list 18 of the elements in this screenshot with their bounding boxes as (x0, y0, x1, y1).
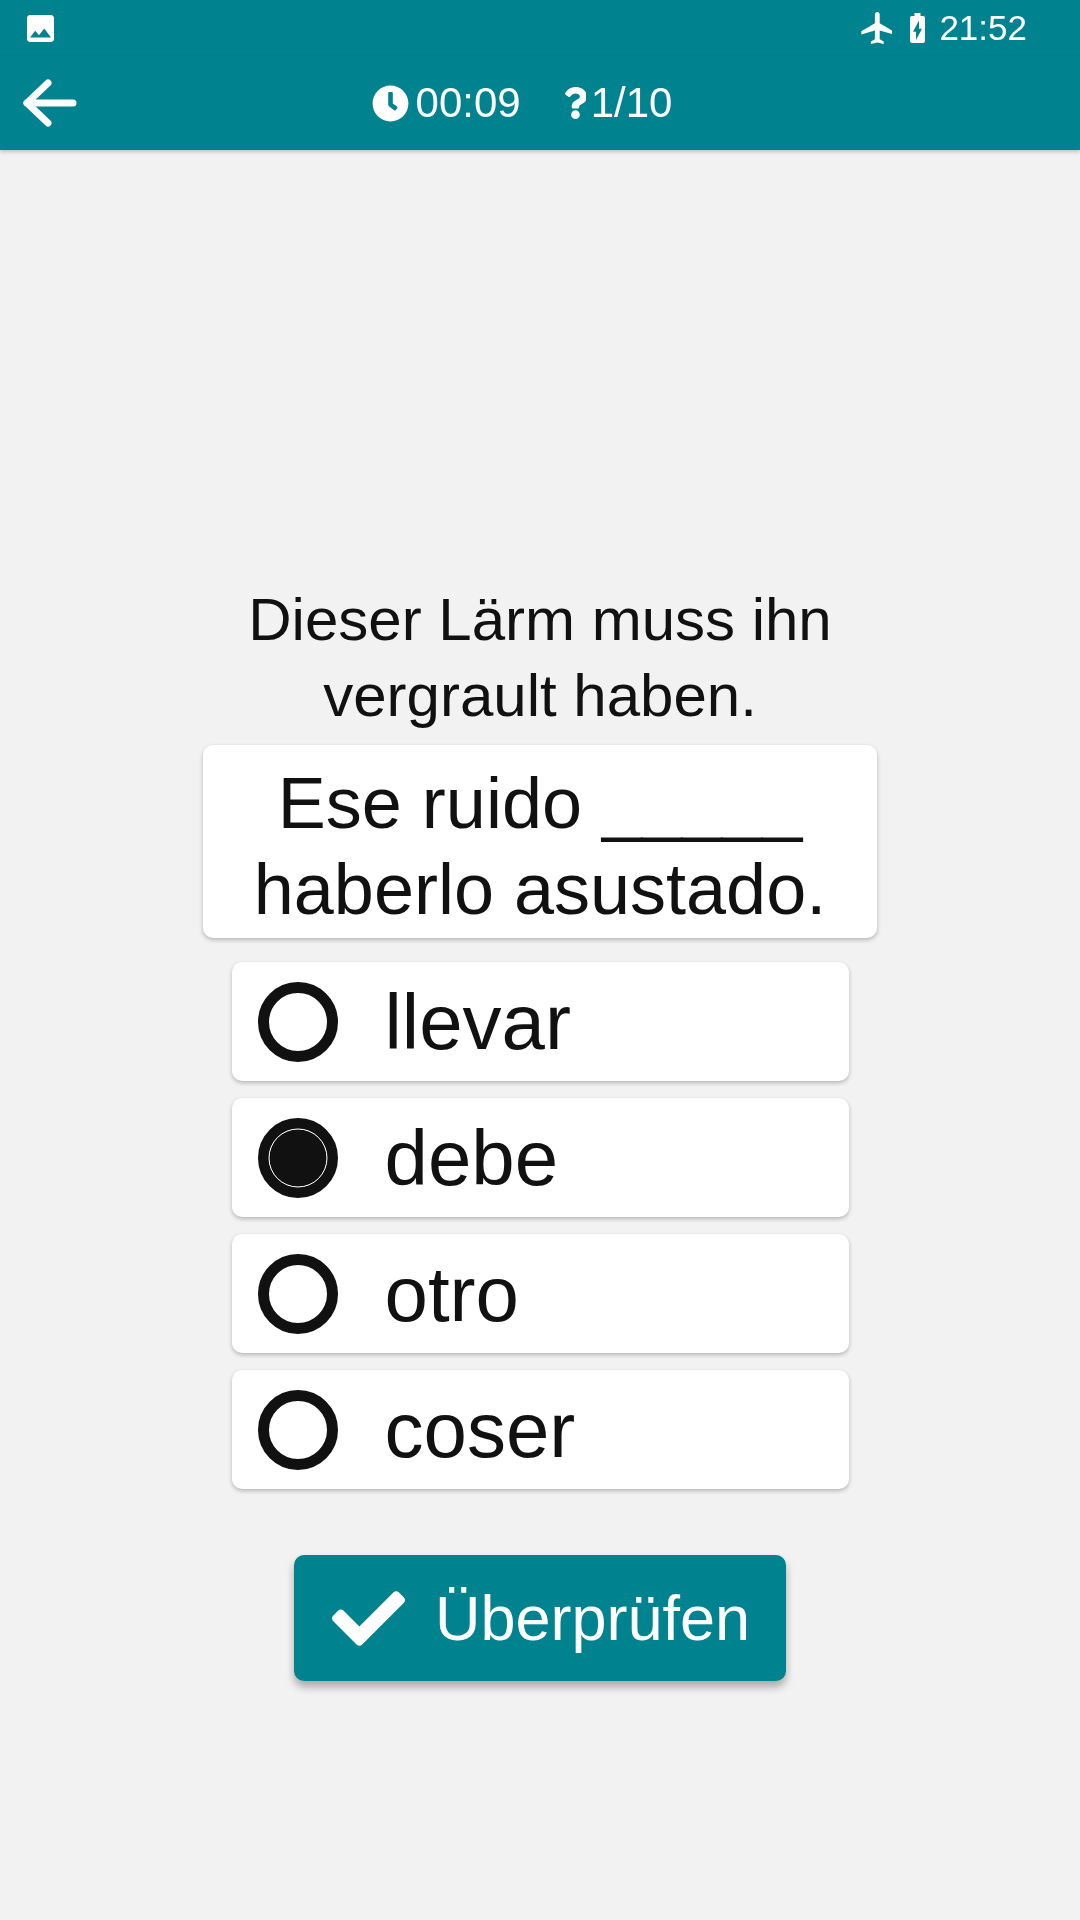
answer-option[interactable]: otro (231, 1234, 849, 1353)
sentence-text: Ese ruido _____ haberlo asustado. (253, 763, 827, 929)
back-icon (23, 79, 77, 127)
check-button[interactable]: Überprüfen (293, 1555, 787, 1681)
airplane-icon (861, 12, 893, 44)
battery-charging-icon (910, 13, 926, 43)
status-time: 21:52 (939, 8, 1027, 48)
back-button[interactable] (23, 79, 77, 127)
answer-option[interactable]: llevar (231, 962, 849, 1081)
prompt-text: Dieser Lärm muss ihn vergrault haben. (247, 585, 833, 731)
image-icon (27, 14, 54, 42)
check-icon (331, 1590, 405, 1646)
answer-option[interactable]: coser (231, 1370, 849, 1489)
progress-text: 1/10 (590, 78, 673, 128)
clock-icon (371, 84, 409, 122)
answer-option[interactable]: debe (231, 1098, 849, 1217)
question-mark-icon (564, 87, 586, 119)
timer-text: 00:09 (415, 78, 521, 128)
